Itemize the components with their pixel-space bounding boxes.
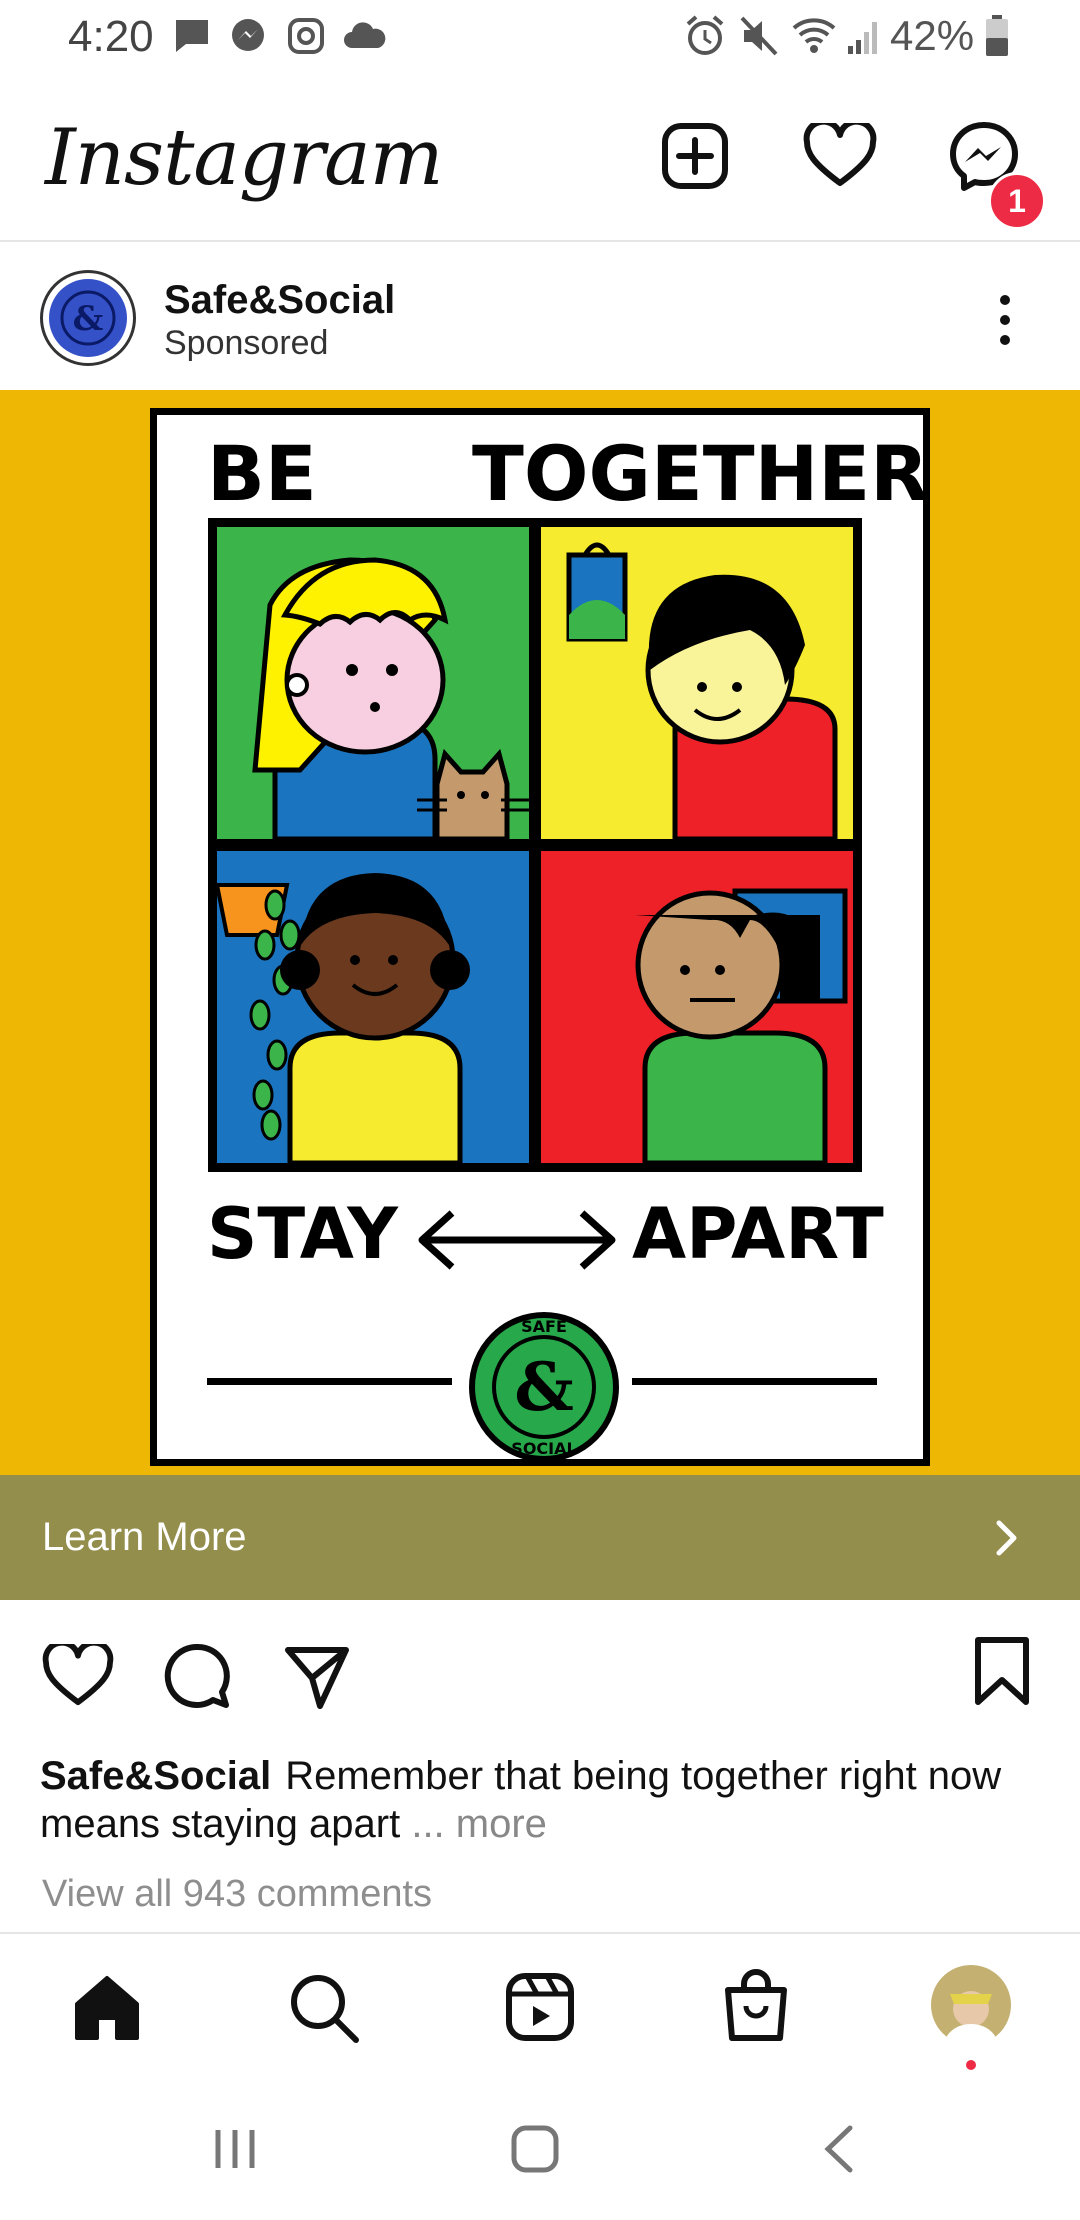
more-options-icon[interactable] [995,292,1015,348]
instagram-logo[interactable]: Instagram [45,113,444,203]
svg-text:&: & [73,299,104,339]
account-name[interactable]: Safe&Social [164,278,395,323]
illustration-panels [208,518,862,1172]
chevron-right-icon [996,1520,1017,1556]
ad-image[interactable]: BE TOGETHER STAY APART & SAFE SOCIAL [0,390,1080,1475]
account-avatar[interactable]: & [40,270,136,366]
search-icon[interactable] [288,1972,360,2044]
recent-apps-icon[interactable] [210,2124,260,2174]
shop-icon[interactable] [722,1968,790,2044]
profile-avatar[interactable] [930,1964,1012,2046]
poster-text-be: BE [207,429,317,518]
status-time: 4:20 [68,12,154,61]
post-caption: Safe&Social Remember that being together … [40,1752,1050,1848]
alarm-icon [686,15,724,55]
home-icon[interactable] [72,1974,142,2042]
status-bar: 4:20 42% [0,0,1080,75]
comment-icon[interactable] [162,1642,232,1712]
poster-text-stay: STAY [207,1193,398,1275]
share-icon[interactable] [282,1642,352,1712]
battery-percentage: 42% [890,12,975,59]
view-comments-link[interactable]: View all 943 comments [42,1873,432,1916]
profile-notification-dot [966,2060,976,2070]
messenger-icon [232,19,264,51]
battery-icon [986,15,1008,56]
mute-icon [740,16,778,56]
home-button-icon[interactable] [510,2124,560,2174]
activity-heart-icon[interactable] [803,123,877,189]
system-navigation-bar [0,2080,1080,2220]
post-header: & Safe&Social Sponsored [0,242,1080,390]
avatar-logo: & [49,279,127,357]
seal-text-top: SAFE [521,1317,567,1336]
poster-text-apart: APART [632,1193,884,1275]
instagram-icon [288,18,324,54]
new-post-icon[interactable] [660,121,730,191]
back-icon[interactable] [820,2124,860,2174]
post-actions [0,1600,1080,1760]
caption-account-name[interactable]: Safe&Social [40,1754,271,1798]
cloud-icon [344,22,386,48]
divider-right [632,1378,877,1385]
learn-more-label: Learn More [42,1515,247,1559]
messages-badge: 1 [988,172,1046,230]
bottom-nav [0,1932,1080,2082]
seal-symbol: & [514,1348,574,1426]
seal-text-bottom: SOCIAL [511,1439,576,1458]
app-header: Instagram 1 [0,75,1080,242]
reels-icon[interactable] [505,1972,575,2042]
poster-text-together: TOGETHER [472,429,929,518]
sponsored-label: Sponsored [164,324,329,362]
bookmark-icon[interactable] [972,1636,1032,1706]
chat-icon [176,20,208,52]
wifi-icon [792,18,836,53]
signal-icon [848,22,877,54]
divider-left [207,1378,452,1385]
poster: BE TOGETHER STAY APART & SAFE SOCIAL [150,408,930,1466]
ampersand-icon: & [60,290,116,346]
learn-more-button[interactable]: Learn More [0,1475,1080,1600]
caption-more-link[interactable]: ... more [411,1802,547,1846]
safe-social-seal: & SAFE SOCIAL [469,1312,619,1462]
double-arrow-icon [418,1210,616,1270]
like-heart-icon[interactable] [42,1644,114,1708]
